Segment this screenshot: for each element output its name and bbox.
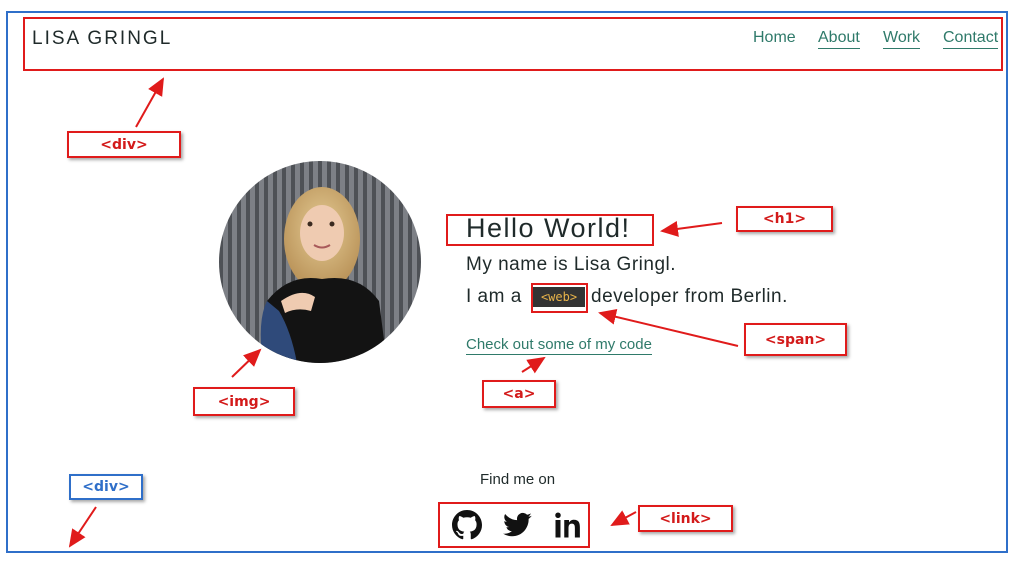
github-icon[interactable] (452, 510, 482, 540)
arrow-link (610, 510, 637, 526)
hero-intro-line: My name is Lisa Gringl. (466, 254, 677, 275)
find-me-label: Find me on (480, 471, 556, 488)
arrow-img (231, 348, 262, 378)
annotation-link: <link> (638, 505, 733, 532)
annotation-img: <img> (193, 387, 295, 416)
arrow-h1 (660, 220, 723, 237)
annotation-header-div: <div> (67, 131, 181, 158)
twitter-icon[interactable] (503, 510, 533, 540)
linkedin-icon[interactable] (553, 510, 583, 540)
arrow-footer-div (68, 506, 97, 548)
annotation-span: <span> (744, 323, 847, 356)
hero-role-suffix: developer from Berlin. (591, 286, 788, 307)
web-tag-span: <web> (533, 287, 585, 307)
annotation-footer-div: <div> (69, 474, 143, 500)
annotation-h1: <h1> (736, 206, 833, 232)
hero-role-prefix: I am a (466, 286, 522, 307)
profile-photo (219, 161, 421, 363)
arrow-a (521, 356, 546, 374)
arrow-header-div (135, 77, 164, 128)
hero-heading: Hello World! (466, 213, 631, 243)
annotation-a: <a> (482, 380, 556, 408)
code-link[interactable]: Check out some of my code (466, 336, 652, 355)
